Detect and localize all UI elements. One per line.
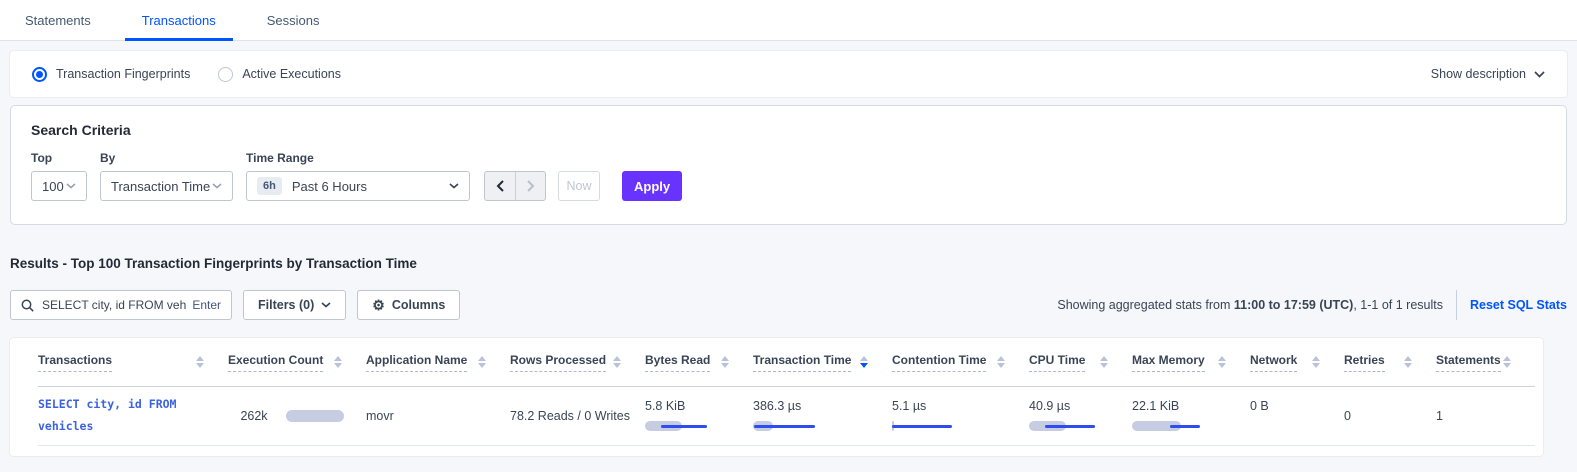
gear-icon: ⚙ (372, 298, 385, 312)
bytes-read-bar (645, 420, 717, 432)
now-button[interactable]: Now (558, 171, 600, 201)
chevron-right-icon (527, 180, 535, 192)
results-heading: Results - Top 100 Transaction Fingerprin… (10, 256, 1567, 271)
cell-transaction-time: 386.3 µs (753, 387, 892, 445)
chevron-down-icon (321, 302, 331, 308)
column-header-execution-count[interactable]: Execution Count (228, 338, 366, 386)
chevron-down-icon (1534, 71, 1545, 78)
sort-icon[interactable] (860, 356, 868, 368)
sort-icon[interactable] (1100, 356, 1108, 368)
search-criteria-title: Search Criteria (31, 122, 1546, 138)
search-icon (21, 299, 34, 312)
column-header-contention-time[interactable]: Contention Time (892, 338, 1029, 386)
sort-icon[interactable] (1312, 356, 1320, 368)
cell-application-name: movr (366, 387, 510, 445)
filters-button[interactable]: Filters (0) (243, 290, 346, 320)
cell-contention-time: 5.1 µs (892, 387, 1029, 445)
sort-icon[interactable] (613, 356, 621, 368)
contention-time-bar (892, 420, 964, 432)
columns-button[interactable]: ⚙ Columns (357, 290, 460, 320)
radio-selected-icon (32, 67, 47, 82)
by-label: By (100, 151, 233, 165)
chevron-left-icon (496, 180, 504, 192)
sort-icon[interactable] (1404, 356, 1412, 368)
column-header-statements[interactable]: Statements (1436, 338, 1535, 386)
sort-icon[interactable] (478, 356, 486, 368)
cell-retries: 0 (1344, 387, 1436, 445)
sort-icon[interactable] (196, 356, 204, 368)
tab-transactions[interactable]: Transactions (133, 0, 225, 40)
radio-transaction-fingerprints[interactable]: Transaction Fingerprints (32, 67, 190, 82)
page-tabs: Statements Transactions Sessions (0, 0, 1577, 41)
column-header-application-name[interactable]: Application Name (366, 338, 510, 386)
next-time-range-button[interactable] (515, 172, 545, 200)
apply-button[interactable]: Apply (622, 171, 682, 201)
by-select[interactable]: Transaction Time (100, 171, 233, 201)
sort-icon[interactable] (1503, 356, 1511, 368)
chevron-down-icon (66, 183, 76, 189)
column-header-cpu-time[interactable]: CPU Time (1029, 338, 1132, 386)
divider (1456, 290, 1457, 320)
cell-cpu-time: 40.9 µs (1029, 387, 1132, 445)
previous-time-range-button[interactable] (485, 172, 515, 200)
tab-sessions[interactable]: Sessions (258, 0, 329, 40)
cell-transactions: SELECT city, id FROM vehicles (38, 387, 228, 445)
top-label: Top (31, 151, 87, 165)
cell-max-memory: 22.1 KiB (1132, 387, 1250, 445)
column-header-transactions[interactable]: Transactions (38, 338, 228, 386)
cell-execution-count: 262k (228, 387, 366, 445)
time-range-select[interactable]: 6h Past 6 Hours (246, 171, 470, 201)
transaction-fingerprint-link[interactable]: SELECT city, id FROM vehicles (38, 394, 210, 438)
max-memory-bar (1132, 420, 1204, 432)
tab-statements[interactable]: Statements (16, 0, 100, 40)
column-header-bytes-read[interactable]: Bytes Read (645, 338, 753, 386)
sort-icon[interactable] (334, 356, 342, 368)
cell-rows-processed: 78.2 Reads / 0 Writes (510, 387, 645, 445)
sort-icon[interactable] (997, 356, 1005, 368)
column-header-max-memory[interactable]: Max Memory (1132, 338, 1250, 386)
cpu-time-bar (1029, 420, 1101, 432)
column-header-retries[interactable]: Retries (1344, 338, 1436, 386)
cell-bytes-read: 5.8 KiB (645, 387, 753, 445)
chevron-down-icon (449, 183, 459, 189)
time-range-pager (484, 171, 546, 201)
results-controls-row: SELECT city, id FROM vehicles W Enter Fi… (10, 290, 1567, 320)
cell-network: 0 B (1250, 387, 1344, 445)
transactions-table: Transactions Execution Count Application… (10, 338, 1543, 456)
time-range-badge: 6h (257, 177, 282, 195)
table-header-row: Transactions Execution Count Application… (38, 338, 1535, 387)
sort-icon[interactable] (721, 356, 729, 368)
sort-icon[interactable] (1218, 356, 1226, 368)
top-select[interactable]: 100 (31, 171, 87, 201)
radio-unselected-icon (218, 67, 233, 82)
column-header-network[interactable]: Network (1250, 338, 1344, 386)
execution-count-bar (286, 410, 344, 422)
view-toggle-bar: Transaction Fingerprints Active Executio… (10, 51, 1567, 97)
table-row: SELECT city, id FROM vehicles 262k movr … (38, 387, 1535, 446)
aggregated-stats-text: Showing aggregated stats from 11:00 to 1… (1057, 298, 1443, 312)
radio-active-executions[interactable]: Active Executions (218, 67, 341, 82)
search-input-value: SELECT city, id FROM vehicles W (42, 298, 186, 312)
search-criteria-card: Search Criteria Top 100 By Transaction T… (10, 105, 1567, 225)
column-header-rows-processed[interactable]: Rows Processed (510, 338, 645, 386)
page-content: Transaction Fingerprints Active Executio… (0, 51, 1577, 456)
column-header-transaction-time[interactable]: Transaction Time (753, 338, 892, 386)
chevron-down-icon (212, 183, 222, 189)
search-input[interactable]: SELECT city, id FROM vehicles W Enter (10, 290, 232, 320)
reset-sql-stats-link[interactable]: Reset SQL Stats (1470, 298, 1567, 312)
time-range-label: Time Range (246, 151, 470, 165)
show-description-toggle[interactable]: Show description (1431, 67, 1545, 81)
enter-hint: Enter (192, 298, 221, 312)
cell-statements: 1 (1436, 387, 1535, 445)
transaction-time-bar (753, 420, 825, 432)
